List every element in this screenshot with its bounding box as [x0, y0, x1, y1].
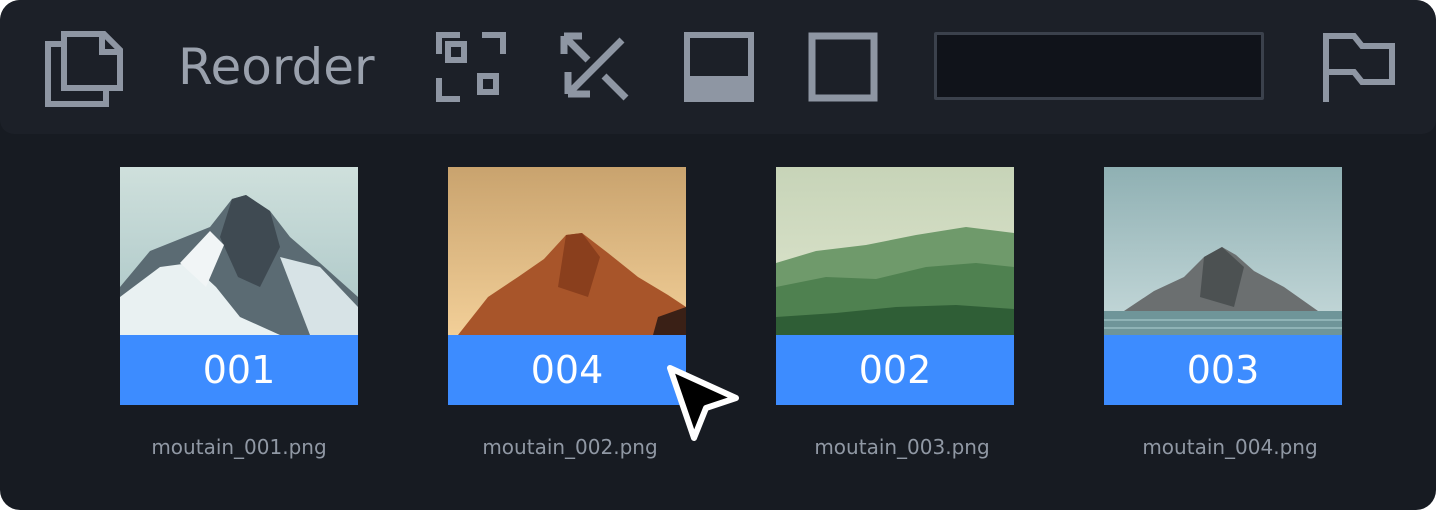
expand-arrows-icon[interactable]	[560, 32, 630, 102]
snowy-mountain-image	[120, 167, 358, 335]
image-card-3[interactable]: 002	[776, 167, 1014, 405]
grid-layout-icon[interactable]	[436, 32, 506, 102]
order-badge: 001	[120, 335, 358, 405]
filename-label: moutain_001.png	[151, 435, 327, 459]
orange-mountain-image	[448, 167, 686, 335]
reorder-label: Reorder	[178, 38, 375, 96]
copy-pages-icon[interactable]	[44, 30, 124, 108]
image-card-4[interactable]: 003	[1104, 167, 1342, 405]
image-card-2[interactable]: 004	[448, 167, 686, 405]
order-badge: 002	[776, 335, 1014, 405]
filename-label: moutain_003.png	[814, 435, 990, 459]
order-badge: 003	[1104, 335, 1342, 405]
green-forest-image	[776, 167, 1014, 335]
toolbar: Reorder	[0, 0, 1436, 134]
island-mountain-image	[1104, 167, 1342, 335]
reorder-window: Reorder 001 moutain_001.png 004 moutain_…	[0, 0, 1436, 510]
order-badge: 004	[448, 335, 686, 405]
image-card-1[interactable]: 001	[120, 167, 358, 405]
flag-icon[interactable]	[1322, 32, 1396, 104]
filename-label: moutain_004.png	[1142, 435, 1318, 459]
empty-frame-icon[interactable]	[808, 32, 878, 102]
filled-frame-icon[interactable]	[684, 32, 754, 102]
arrow-cursor-icon	[660, 360, 750, 451]
text-field[interactable]	[934, 32, 1264, 100]
